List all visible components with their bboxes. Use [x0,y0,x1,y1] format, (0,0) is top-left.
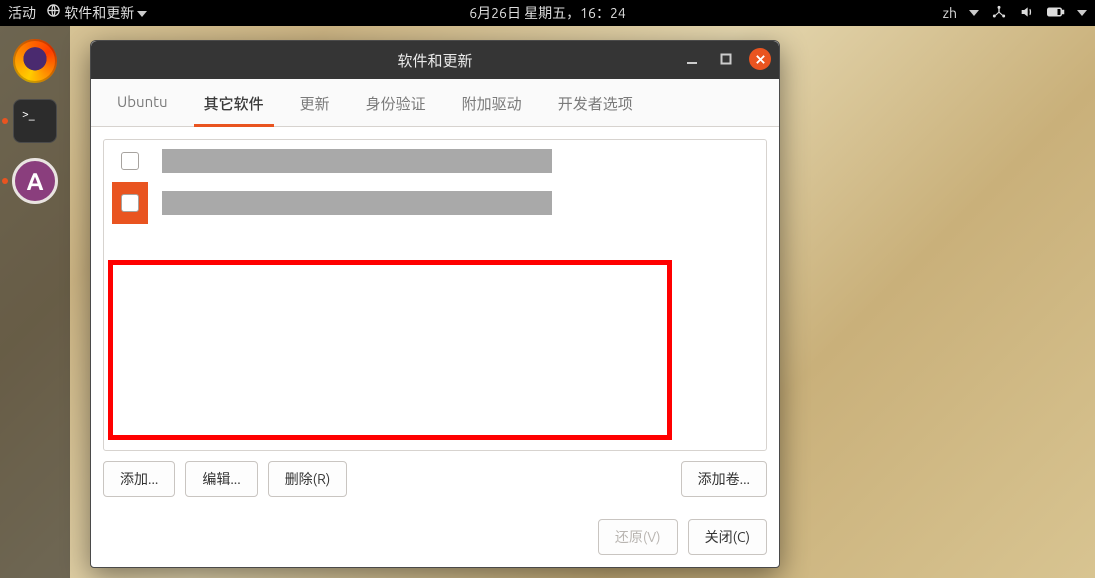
tab-additional-drivers[interactable]: 附加驱动 [444,79,540,126]
top-panel-left: 活动 软件和更新 [8,3,147,23]
dock-item-firefox[interactable] [10,36,60,86]
chevron-down-icon [137,11,147,17]
dock: >_ A [0,26,70,578]
tab-authentication[interactable]: 身份验证 [348,79,444,126]
app-menu[interactable]: 软件和更新 [46,3,147,23]
minimize-button[interactable] [681,48,703,70]
titlebar[interactable]: 软件和更新 [91,41,779,79]
window-title: 软件和更新 [397,50,472,71]
annotation-rectangle [108,260,672,440]
source-label [162,149,552,173]
source-label [162,191,552,215]
desktop: >_ A 软件和更新 Ubuntu 其它软件 [0,26,1095,578]
tab-content: 添加... 编辑... 删除(R) 添加卷... [91,127,779,509]
dock-item-terminal[interactable]: >_ [10,96,60,146]
source-checkbox[interactable] [121,152,139,170]
source-row[interactable] [104,140,766,182]
window-controls [681,48,771,70]
chevron-down-icon [1077,10,1087,16]
remove-button[interactable]: 删除(R) [268,461,348,497]
dock-item-software-updater[interactable]: A [10,156,60,206]
source-buttons-row: 添加... 编辑... 删除(R) 添加卷... [103,461,767,497]
chevron-down-icon [969,10,979,16]
app-menu-label: 软件和更新 [64,5,134,21]
input-method-indicator[interactable]: zh [943,5,957,21]
terminal-icon: >_ [13,99,57,143]
software-updater-icon: A [12,158,58,204]
maximize-button[interactable] [715,48,737,70]
activities-button[interactable]: 活动 [8,3,36,23]
top-panel-right: zh [943,4,1087,23]
volume-icon[interactable] [1019,4,1035,23]
close-dialog-button[interactable]: 关闭(C) [688,519,767,555]
revert-button[interactable]: 还原(V) [598,519,678,555]
add-volume-button[interactable]: 添加卷... [681,461,767,497]
clock[interactable]: 6月26日 星期五，16：24 [469,3,625,23]
source-row[interactable] [104,182,766,224]
source-checkbox[interactable] [121,194,139,212]
tab-ubuntu[interactable]: Ubuntu [99,79,186,126]
running-indicator [2,118,8,124]
network-icon[interactable] [991,4,1007,23]
tabs: Ubuntu 其它软件 更新 身份验证 附加驱动 开发者选项 [91,79,779,127]
top-panel: 活动 软件和更新 6月26日 星期五，16：24 zh [0,0,1095,26]
dialog-footer: 还原(V) 关闭(C) [91,509,779,567]
close-button[interactable] [749,48,771,70]
tab-developer-options[interactable]: 开发者选项 [540,79,651,126]
tab-other-software[interactable]: 其它软件 [186,79,282,126]
battery-icon[interactable] [1047,5,1065,22]
software-sources-list[interactable] [103,139,767,451]
tab-updates[interactable]: 更新 [282,79,348,126]
edit-button[interactable]: 编辑... [185,461,257,497]
add-button[interactable]: 添加... [103,461,175,497]
running-indicator [2,178,8,184]
software-and-updates-window: 软件和更新 Ubuntu 其它软件 更新 身份验证 附加驱动 开发者选项 [90,40,780,568]
globe-icon [46,3,61,21]
firefox-icon [13,39,57,83]
